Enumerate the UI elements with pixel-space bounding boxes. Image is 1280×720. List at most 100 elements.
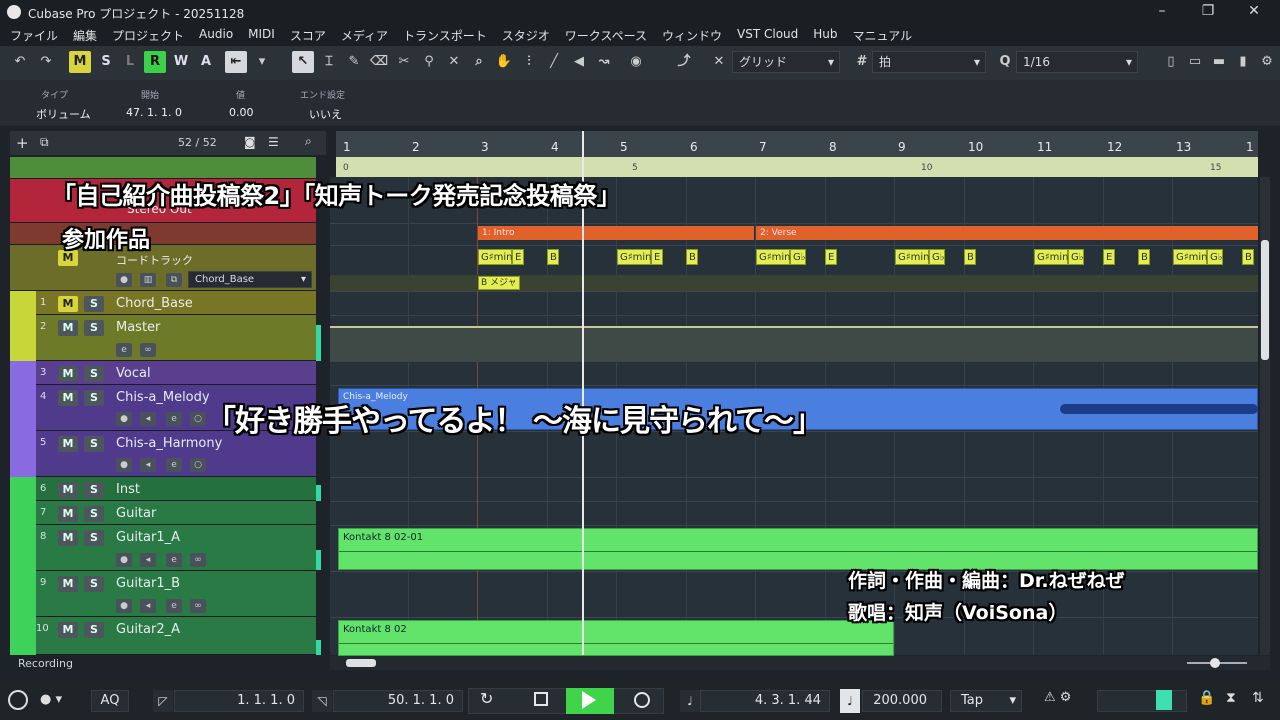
menu-manual[interactable]: マニュアル: [853, 24, 922, 46]
scrollbar-thumb[interactable]: [1261, 240, 1269, 360]
read-icon[interactable]: ○: [190, 458, 206, 472]
record-icon[interactable]: ●: [116, 599, 132, 613]
chord-event[interactable]: B: [964, 249, 976, 265]
menu-transport[interactable]: トランスポート: [403, 24, 496, 46]
chord-source-select[interactable]: Chord_Base ▾: [188, 271, 312, 288]
mute-button[interactable]: M: [58, 436, 78, 452]
mute-button[interactable]: M: [58, 530, 78, 546]
zoom-slider-handle[interactable]: [1210, 658, 1220, 668]
add-track-icon[interactable]: +: [16, 134, 29, 152]
menu-midi[interactable]: MIDI: [248, 24, 284, 46]
snap-toggle-icon[interactable]: ✕: [708, 51, 730, 73]
track-name[interactable]: Inst: [116, 482, 140, 497]
chord-event[interactable]: G♭: [790, 249, 806, 265]
mute-button[interactable]: M: [58, 576, 78, 592]
read-icon[interactable]: ○: [190, 412, 206, 426]
tempo-track-icon[interactable]: ♩: [840, 689, 860, 713]
grid-size-select[interactable]: 拍 ▾: [872, 51, 986, 73]
record-icon[interactable]: [634, 692, 650, 708]
menu-audio[interactable]: Audio: [199, 24, 242, 46]
list-icon[interactable]: ☰: [268, 135, 279, 149]
time-ruler[interactable]: [336, 157, 1258, 177]
folder-icon[interactable]: ⧉: [40, 135, 49, 150]
mute-button[interactable]: M: [58, 296, 78, 312]
mute-button[interactable]: M: [58, 482, 78, 498]
comp-tool-icon[interactable]: ↝: [593, 51, 615, 73]
chord-edit-icon[interactable]: ▥: [140, 273, 156, 287]
solo-button[interactable]: S: [84, 482, 104, 498]
glue-tool-icon[interactable]: ⚲: [418, 51, 440, 73]
solo-button[interactable]: S: [84, 576, 104, 592]
click-icon[interactable]: ⚠ ⚙: [1044, 690, 1071, 705]
chord-event[interactable]: G♯min: [1173, 249, 1207, 265]
chord-event[interactable]: B: [686, 249, 698, 265]
mute-button[interactable]: M: [69, 51, 91, 73]
chord-event[interactable]: G♭: [929, 249, 945, 265]
pointer-tool-icon[interactable]: ↖: [292, 51, 314, 73]
mute-tool-icon[interactable]: ✕: [443, 51, 465, 73]
search-icon[interactable]: ⌕: [305, 134, 312, 149]
track-name[interactable]: Guitar1_B: [116, 576, 180, 591]
chord-event[interactable]: G♭: [1068, 249, 1084, 265]
track-name[interactable]: Guitar1_A: [116, 530, 180, 545]
redo-icon[interactable]: ↷: [36, 51, 56, 73]
track-name[interactable]: Chis-a_Melody: [116, 390, 210, 405]
cycle-icon[interactable]: ↻: [480, 689, 493, 708]
stop-icon[interactable]: [534, 692, 548, 706]
menu-vstcloud[interactable]: VST Cloud: [737, 24, 807, 46]
edit-icon[interactable]: e: [166, 599, 182, 613]
edit-icon[interactable]: e: [166, 458, 182, 472]
zoom-tool-icon[interactable]: ⌕: [468, 51, 490, 73]
solo-button[interactable]: S: [84, 320, 104, 336]
horizontal-scrollbar[interactable]: [330, 656, 1270, 670]
monitor-icon[interactable]: ◂: [140, 412, 156, 426]
track-guitar[interactable]: [10, 501, 316, 525]
chord-event[interactable]: B: [1138, 249, 1150, 265]
arranger-event[interactable]: 2: Verse: [756, 226, 1258, 240]
menu-studio[interactable]: スタジオ: [502, 24, 559, 46]
chord-event[interactable]: G♭: [1207, 249, 1223, 265]
track-inst[interactable]: [10, 477, 316, 501]
speaker-tool-icon[interactable]: ◀: [568, 51, 590, 73]
end-value[interactable]: いいえ: [309, 106, 342, 122]
menu-media[interactable]: メディア: [341, 24, 397, 46]
solo-button[interactable]: S: [84, 366, 104, 382]
inspector-icon[interactable]: ▭: [1184, 51, 1206, 73]
settings-icon[interactable]: ⚙: [1256, 51, 1278, 73]
auto-quantize-button[interactable]: AQ: [91, 690, 129, 712]
link-icon[interactable]: ∞: [140, 343, 156, 357]
link-icon[interactable]: ∞: [190, 599, 206, 613]
menu-workspace[interactable]: ワークスペース: [565, 24, 656, 46]
record-icon[interactable]: ●: [116, 458, 132, 472]
pencil-tool-icon[interactable]: ✎: [343, 51, 365, 73]
track-name[interactable]: Vocal: [116, 366, 151, 381]
constrain-icon[interactable]: [8, 690, 28, 710]
left-zone-icon[interactable]: ▯: [1160, 51, 1182, 73]
kontakt-clip[interactable]: Kontakt 8 02: [338, 620, 894, 656]
chord-event[interactable]: E: [1103, 249, 1115, 265]
lock-icon[interactable]: 🔒: [1198, 690, 1215, 706]
track-name[interactable]: Guitar2_A: [116, 622, 180, 637]
close-icon[interactable]: ✕: [1245, 3, 1263, 21]
solo-button[interactable]: S: [84, 506, 104, 522]
mute-button[interactable]: M: [58, 390, 78, 406]
marker-icon[interactable]: ⧗: [1226, 690, 1236, 706]
chord-event[interactable]: G♯min: [478, 249, 512, 265]
restore-icon[interactable]: ❐: [1199, 3, 1217, 21]
left-locator-icon[interactable]: ◸: [153, 690, 173, 712]
scissors-tool-icon[interactable]: ✂: [393, 51, 415, 73]
chord-event[interactable]: E: [651, 249, 663, 265]
chord-event[interactable]: E: [825, 249, 837, 265]
auto-scroll-icon[interactable]: ⇤: [225, 51, 247, 73]
lower-zone-icon[interactable]: ▬: [1208, 51, 1230, 73]
color-tool-icon[interactable]: ◉: [625, 51, 647, 73]
solo-button[interactable]: S: [95, 51, 117, 73]
mute-button[interactable]: M: [58, 320, 78, 336]
kontakt-clip[interactable]: Kontakt 8 02-01: [338, 528, 1258, 570]
range-tool-icon[interactable]: ⌶: [318, 51, 340, 73]
undo-icon[interactable]: ↶: [10, 51, 30, 73]
chord-event[interactable]: E: [512, 249, 524, 265]
edit-icon[interactable]: e: [166, 553, 182, 567]
snap-curve-icon[interactable]: ⤴: [673, 51, 695, 73]
track-master[interactable]: [10, 315, 316, 361]
